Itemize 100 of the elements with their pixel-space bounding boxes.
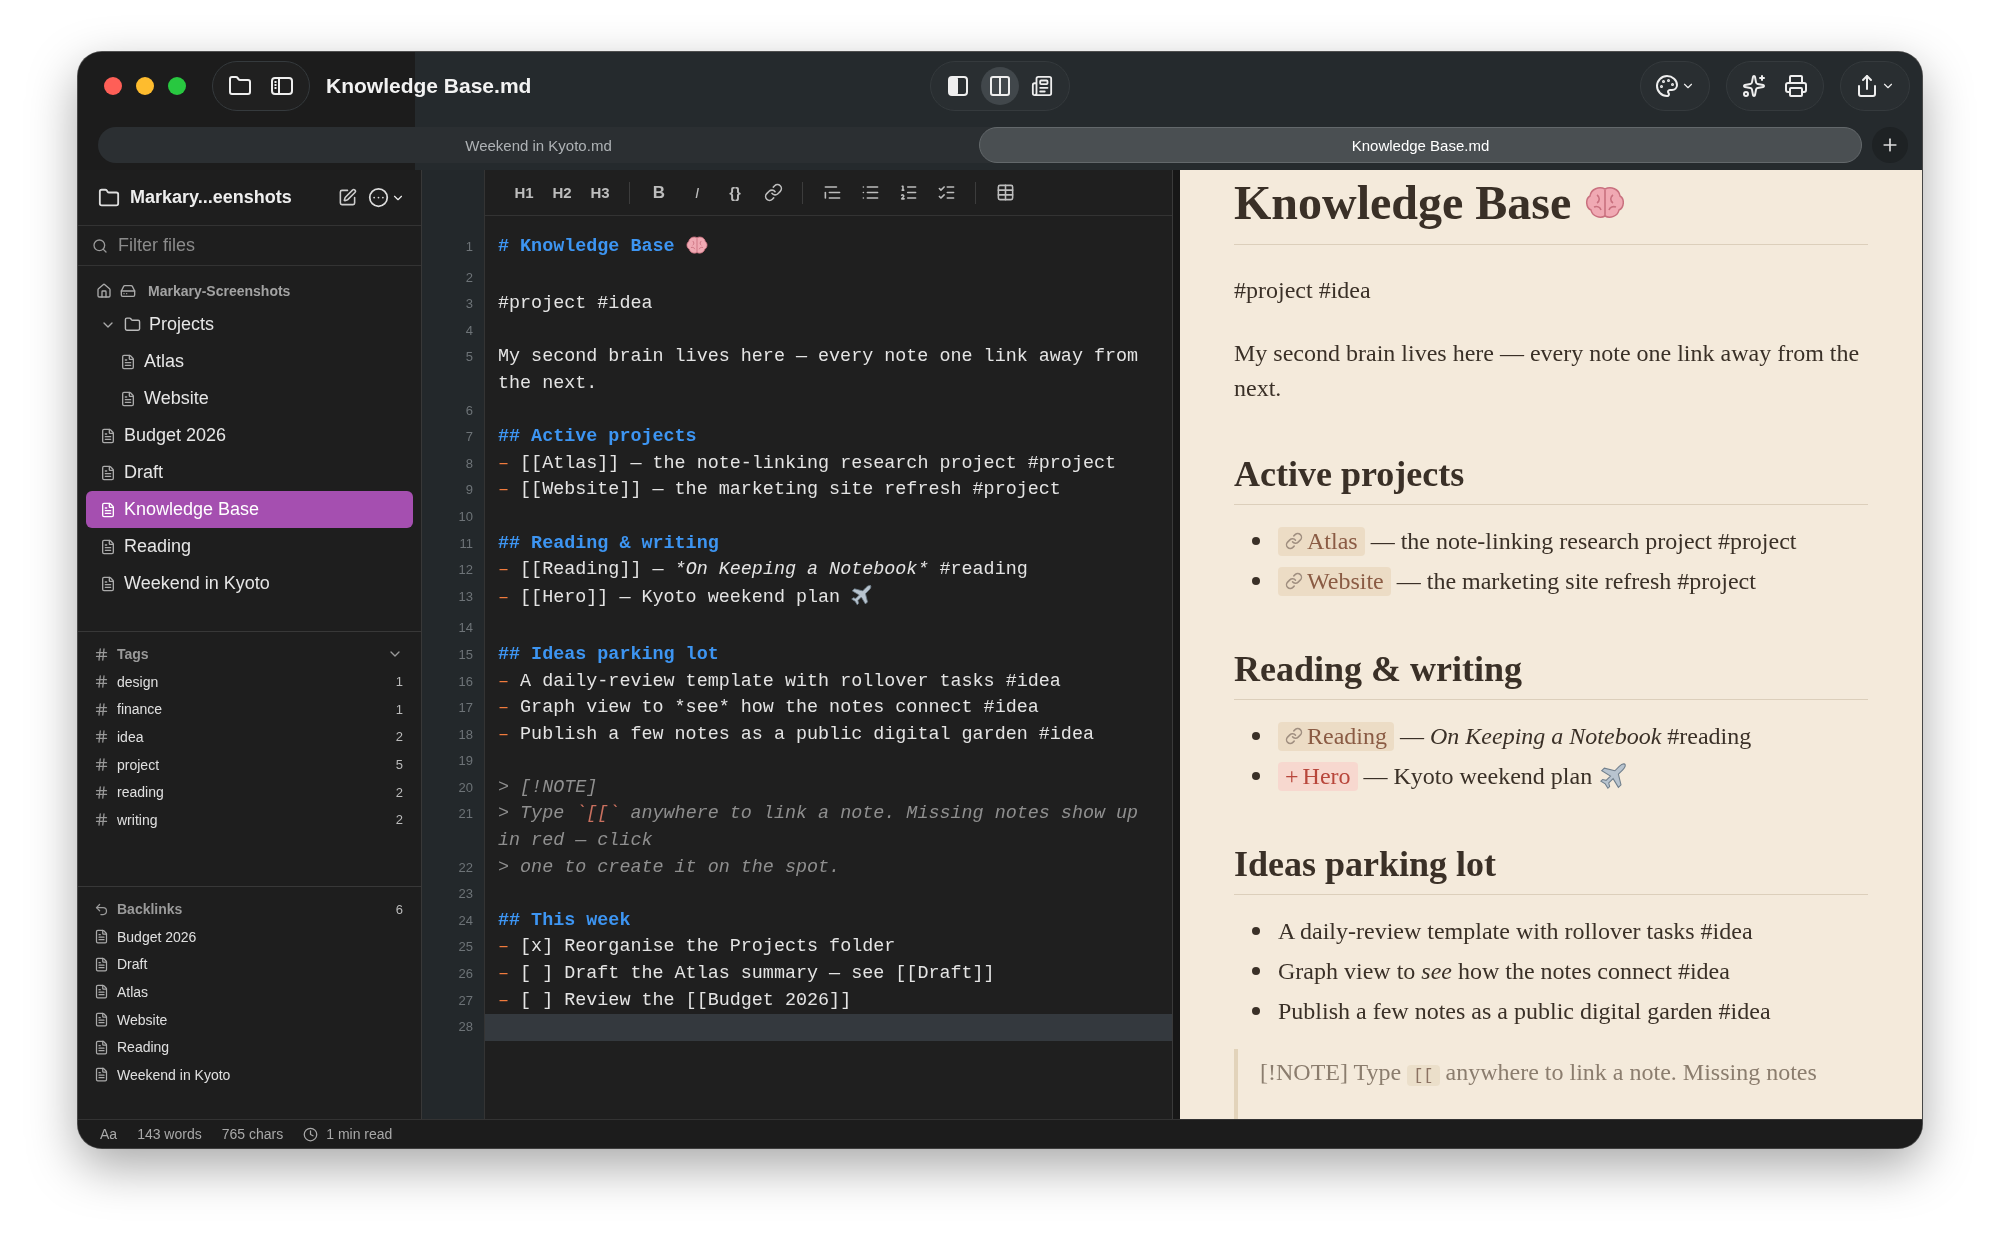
tag-name[interactable]: project [117, 756, 388, 773]
drive-icon [120, 283, 136, 299]
file-tree-item[interactable]: Weekend in Kyoto [86, 565, 413, 602]
backlink-item[interactable]: Website [117, 1011, 403, 1028]
code-line: – [[Website]] — the marketing site refresh #project [498, 479, 1061, 501]
format-button[interactable]: I [680, 175, 714, 210]
minimize-button[interactable] [136, 77, 154, 95]
tag-name[interactable]: finance [117, 701, 388, 718]
note-link[interactable]: Website [1278, 566, 1391, 596]
window-title: Knowledge Base.md [326, 74, 532, 98]
line-number: 28 [458, 1019, 473, 1035]
backlink-item[interactable]: Draft [117, 956, 403, 973]
tag-count: 1 [395, 674, 403, 690]
tag-name[interactable]: idea [117, 729, 388, 745]
line-number: 8 [465, 455, 473, 471]
close-button[interactable] [104, 77, 122, 95]
line-number: 15 [458, 646, 473, 662]
backlink-icon [94, 901, 109, 917]
folder-icon [228, 74, 252, 98]
link-icon [1285, 532, 1303, 550]
hash-icon [94, 646, 109, 662]
backlink-count: 6 [395, 901, 403, 917]
brain-icon [685, 236, 708, 255]
tag-name[interactable]: reading [117, 784, 388, 801]
checklist-icon [936, 183, 956, 202]
list-item-text: Publish a few notes as a public digital garden #idea [1278, 997, 1771, 1025]
file-icon [94, 1039, 109, 1055]
tab[interactable]: Weekend in Kyoto.md [98, 127, 979, 163]
line-number: 4 [465, 322, 473, 338]
new-note-icon[interactable] [338, 188, 357, 207]
file-tree-item[interactable]: Website [86, 380, 413, 417]
file-tree-item[interactable]: Budget 2026 [86, 417, 413, 454]
code-line: #project #idea [498, 293, 653, 315]
code-line: – [x] Reorganise the Projects folder [498, 936, 896, 958]
line-number: 24 [458, 912, 473, 928]
line-number: 5 [465, 349, 473, 365]
home-icon [96, 283, 112, 299]
tag-count: 2 [395, 784, 403, 800]
missing-note-link[interactable]: + Hero [1278, 761, 1358, 791]
code-line: > [!NOTE] [498, 776, 598, 798]
code-line: > Type `[[` anywhere to link a note. Missing notes show up in red — click [498, 803, 1140, 852]
line-number: 19 [458, 753, 473, 769]
line-number: 6 [465, 402, 473, 418]
note-link[interactable]: Reading [1278, 721, 1394, 751]
search-icon [92, 237, 108, 254]
folder-name: Markary...eenshots [130, 187, 293, 208]
root-folder-label: Markary-Screenshots [148, 283, 291, 299]
table-icon [995, 183, 1015, 202]
sparkles-icon [1742, 74, 1766, 98]
file-tree-item[interactable]: Knowledge Base [86, 491, 413, 528]
file-tree-item[interactable]: Projects [86, 306, 413, 343]
line-number: 1 [465, 239, 473, 254]
file-tree-item[interactable]: Atlas [86, 343, 413, 380]
file-icon [94, 1067, 109, 1083]
line-number: 26 [458, 966, 473, 982]
quote-icon [822, 183, 842, 202]
backlink-item[interactable]: Atlas [117, 984, 403, 1000]
backlink-item[interactable]: Budget 2026 [117, 928, 403, 945]
line-number: 13 [458, 588, 473, 604]
hash-icon [94, 701, 109, 717]
list-item-text: — the note-linking research project #project [1370, 527, 1797, 555]
clock-icon [303, 1126, 319, 1142]
zoom-button[interactable] [168, 77, 186, 95]
file-icon [94, 929, 109, 945]
view-mode-button[interactable] [981, 67, 1019, 105]
paragraph: #project #idea [1234, 276, 1372, 305]
tag-name[interactable]: design [117, 673, 388, 690]
hash-icon [94, 812, 109, 828]
bulleted-list-icon [860, 183, 880, 202]
link-icon [763, 183, 783, 202]
line-number: 17 [458, 700, 473, 716]
backlink-item[interactable]: Reading [117, 1039, 403, 1056]
code-line: – [ ] Draft the Atlas summary — see [[Draft]] [498, 963, 995, 985]
format-button[interactable]: H2 [545, 175, 579, 210]
line-number: 27 [458, 992, 473, 1008]
list-item-text: Graph view to see how the notes connect #idea [1278, 957, 1730, 985]
tag-count: 5 [395, 757, 403, 773]
section-heading: Reading & writing [1234, 601, 1868, 700]
file-tree-item[interactable]: Draft [86, 454, 413, 491]
format-button[interactable]: H1 [507, 175, 541, 210]
format-button[interactable]: B [642, 175, 676, 210]
note-link[interactable]: Atlas [1278, 526, 1365, 556]
code-line: – [ ] Review the [[Budget 2026]] [498, 989, 852, 1011]
code-line: > one to create it on the spot. [498, 856, 841, 878]
airplane-icon [851, 583, 874, 606]
format-button[interactable]: {} [718, 175, 752, 210]
filter-field[interactable]: Filter files [116, 234, 356, 257]
columns-icon [988, 74, 1012, 98]
file-tree-item[interactable]: Reading [86, 528, 413, 565]
new-tab-button[interactable] [1872, 127, 1908, 163]
tag-count: 2 [395, 812, 403, 828]
backlink-item[interactable]: Weekend in Kyoto [117, 1066, 403, 1083]
tab[interactable]: Knowledge Base.md [979, 127, 1862, 163]
tag-name[interactable]: writing [117, 811, 388, 828]
format-button[interactable]: H3 [583, 175, 617, 210]
font-size-label[interactable]: Aa [100, 1126, 118, 1142]
line-number: 3 [465, 296, 473, 312]
code-line: ## This week [498, 909, 631, 931]
share-icon [1855, 74, 1879, 98]
code-line: – A daily-review template with rollover tasks #idea [498, 670, 1061, 692]
